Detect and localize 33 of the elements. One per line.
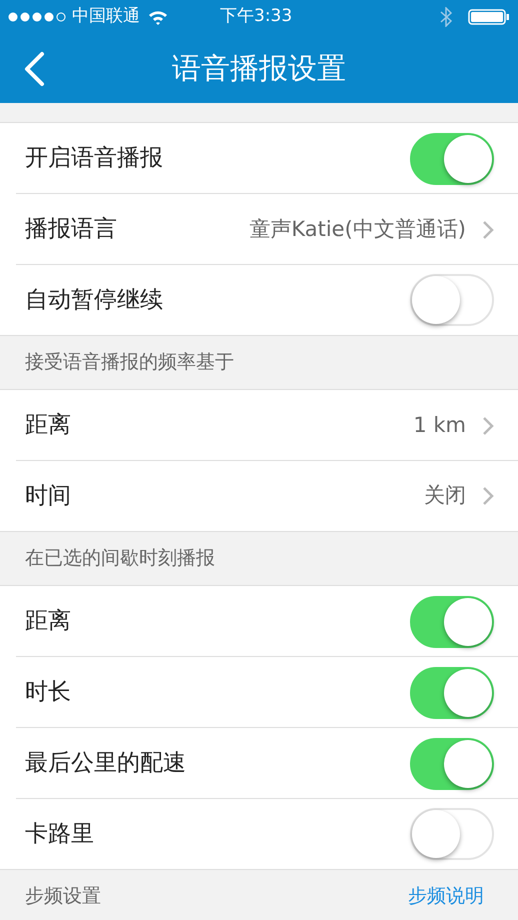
back-button[interactable] bbox=[22, 51, 46, 87]
setting-value: 1 km bbox=[413, 412, 466, 439]
setting-value: 童声Katie(中文普通话) bbox=[249, 216, 466, 243]
toggle-switch[interactable] bbox=[410, 596, 494, 648]
toggle-switch[interactable] bbox=[410, 132, 494, 184]
setting-label: 距离 bbox=[25, 411, 71, 440]
section-header: 在已选的间歇时刻播报 bbox=[25, 546, 215, 572]
setting-value: 关闭 bbox=[424, 482, 466, 510]
wifi-icon bbox=[148, 10, 168, 24]
toggle-switch[interactable] bbox=[410, 666, 494, 718]
chevron-icon bbox=[482, 486, 494, 506]
section-header: 接受语音播报的频率基于 bbox=[25, 350, 234, 376]
carrier-name: 中国联通 bbox=[72, 5, 140, 28]
chevron-icon bbox=[482, 220, 494, 240]
setting-label: 播报语言 bbox=[25, 215, 117, 244]
setting-label: 卡路里 bbox=[25, 820, 94, 849]
battery-icon bbox=[468, 9, 510, 25]
clock-time: 下午3:33 bbox=[220, 5, 292, 28]
chevron-icon bbox=[482, 416, 494, 436]
toggle-switch[interactable] bbox=[410, 274, 494, 326]
setting-label: 最后公里的配速 bbox=[25, 749, 186, 778]
signal-icon bbox=[8, 11, 68, 23]
toggle-switch[interactable] bbox=[410, 738, 494, 790]
setting-label: 自动暂停继续 bbox=[25, 286, 163, 315]
setting-label: 时长 bbox=[25, 678, 71, 708]
section-header: 步频设置 bbox=[25, 884, 101, 910]
toggle-switch[interactable] bbox=[410, 808, 494, 860]
bluetooth-icon bbox=[440, 7, 452, 27]
setting-label: 开启语音播报 bbox=[25, 144, 163, 174]
setting-label: 距离 bbox=[25, 607, 71, 636]
help-link[interactable]: 步频说明 bbox=[408, 882, 484, 911]
page-title: 语音播报设置 bbox=[172, 50, 346, 87]
setting-label: 时间 bbox=[25, 482, 71, 511]
